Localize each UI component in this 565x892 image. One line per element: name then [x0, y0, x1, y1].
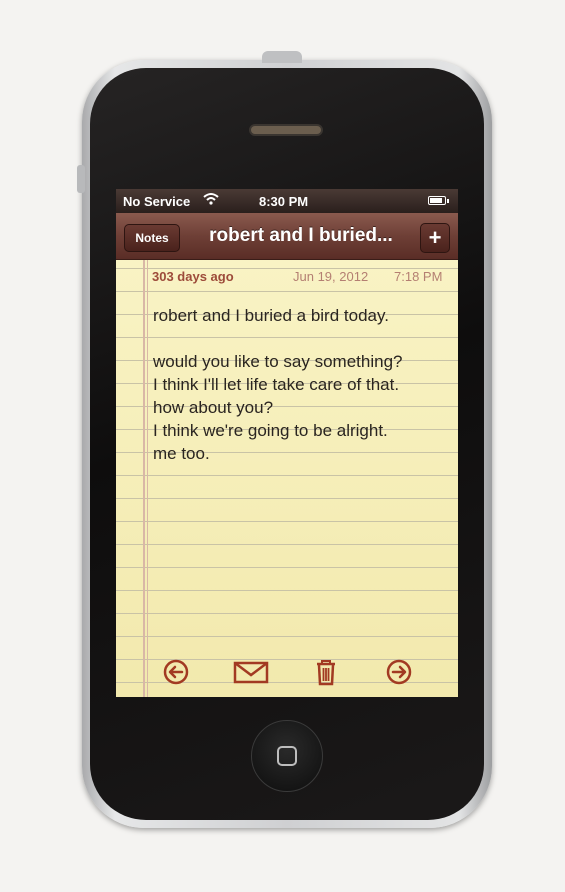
add-note-button[interactable]: +: [420, 223, 450, 253]
note-body[interactable]: robert and I buried a bird today. would …: [153, 304, 453, 465]
margin-line: [143, 260, 145, 697]
note-paper[interactable]: 303 days ago Jun 19, 2012 7:18 PM robert…: [116, 260, 458, 697]
next-arrow-icon[interactable]: [384, 657, 414, 687]
trash-icon[interactable]: [311, 657, 341, 687]
clock: 8:30 PM: [259, 194, 309, 209]
note-date: Jun 19, 2012: [293, 269, 369, 284]
mute-switch: [77, 165, 85, 193]
notes-back-button[interactable]: Notes: [124, 224, 180, 252]
note-line: me too.: [153, 444, 210, 463]
note-age: 303 days ago: [152, 269, 234, 284]
note-line: I think I'll let life take care of that.: [153, 375, 400, 394]
screen: No Service 8:30 PM Notes robert and I bu…: [116, 189, 458, 697]
sleep-button: [262, 51, 302, 63]
wifi-icon: [203, 192, 219, 209]
note-title: robert and I buried...: [209, 225, 393, 246]
previous-arrow-icon[interactable]: [161, 657, 191, 687]
note-line: would you like to say something?: [153, 352, 403, 371]
note-time: 7:18 PM: [394, 269, 443, 284]
home-square-icon: [277, 746, 297, 766]
note-line: I think we're going to be alright.: [153, 421, 388, 440]
note-toolbar: [116, 649, 458, 695]
earpiece-speaker: [249, 124, 323, 136]
carrier-label: No Service: [123, 194, 191, 209]
navigation-bar: Notes robert and I buried... +: [116, 213, 458, 260]
margin-line: [147, 260, 148, 697]
note-line: robert and I buried a bird today.: [153, 306, 389, 325]
note-line: how about you?: [153, 398, 274, 417]
battery-icon: [428, 196, 449, 205]
note-line: [153, 327, 453, 350]
mail-icon[interactable]: [233, 657, 269, 687]
status-bar: No Service 8:30 PM: [116, 189, 458, 213]
home-button[interactable]: [251, 720, 323, 792]
